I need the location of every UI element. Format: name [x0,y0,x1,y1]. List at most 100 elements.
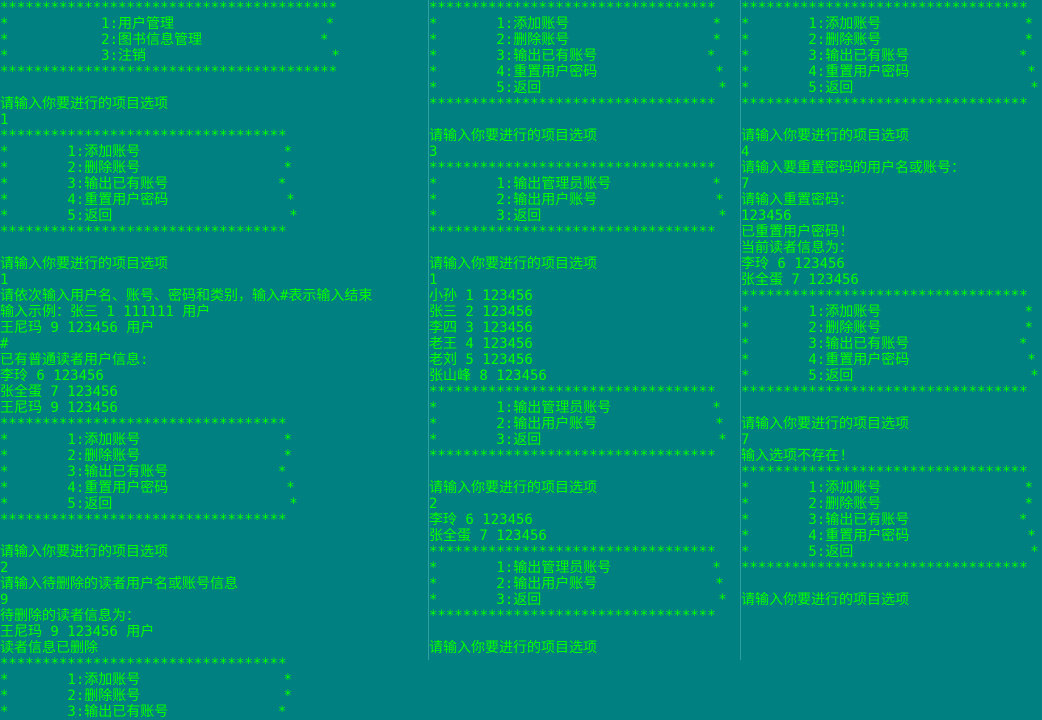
console-line: 张全蛋 7 123456 [429,528,547,544]
console-line: 王尼玛 9 123456 用户 [0,624,155,640]
console-line: 小孙 1 123456 [429,288,533,304]
console-line: * 4:重置用户密码 * [0,480,295,496]
console-pane-right: ********************************** * 1:添加… [741,0,1042,660]
console-line: 张山峰 8 123456 [429,368,547,384]
console-line: 3 [429,144,438,160]
console-line: * 1:添加账号 * [741,16,1034,32]
console-line: ********************************** [741,288,1028,304]
console-line: ********************************** [429,448,716,464]
console-line: * 5:返回 * [741,368,1039,384]
console-line: 2 [429,496,438,512]
console-line: ********************************** [741,96,1028,112]
console-line: * 5:返回 * [0,496,298,512]
console-line: * 2:删除账号 * [741,320,1034,336]
console-line: 张全蛋 7 123456 [0,384,118,400]
console-line: 张三 2 123456 [429,304,533,320]
console-line: 4 [741,144,750,160]
console-line: * 2:删除账号 * [429,32,722,48]
console-line: 读者信息已删除 [0,640,98,656]
console-line: 王尼玛 9 123456 [0,400,118,416]
console-line: ********************************** [429,0,716,16]
console-line: ********************************** [0,512,287,528]
console-line: * 4:重置用户密码 * [741,352,1036,368]
console-line: * 4:重置用户密码 * [741,528,1036,544]
console-line: ********************************** [741,464,1028,480]
console-line: 1 [0,112,9,128]
console-line: * 3:输出已有账号 * [741,512,1028,528]
console-line: 123456 [741,208,792,224]
console-line: ********************************** [429,384,716,400]
console-line: * 2:输出用户账号 * [429,576,724,592]
console-line: * 3:输出已有账号 * [0,176,287,192]
console-line: * 3:返回 * [429,432,727,448]
console-line: 待删除的读者信息为： [0,608,140,624]
console-line: 老王 4 123456 [429,336,533,352]
console-line: * 1:用户管理 * [0,16,335,32]
console-line: * 3:输出已有账号 * [429,48,716,64]
console-line: 李四 3 123456 [429,320,533,336]
console-line: ********************************** [0,128,287,144]
console-line: * 3:输出已有账号 * [741,48,1028,64]
console-line: 请输入你要进行的项目选项 [429,256,597,272]
console-line: * 4:重置用户密码 * [429,64,724,80]
console-line: * 3:输出已有账号 * [741,336,1028,352]
console-line: * 3:返回 * [429,592,727,608]
console-line: * 1:添加账号 * [741,480,1034,496]
console-line: 当前读者信息为： [741,240,853,256]
console-line: * 3:注销 * [0,48,340,64]
console-line: ********************************** [429,608,716,624]
console-line: 输入示例：张三 1 111111 用户 [0,304,211,320]
console-line: * 5:返回 * [0,208,298,224]
console-line: ********************************** [741,384,1028,400]
console-line: ********************************** [741,560,1028,576]
console-line: 请输入待删除的读者用户名或账号信息 [0,576,238,592]
console-line: * 2:输出用户账号 * [429,192,724,208]
console-line: 已重置用户密码! [741,224,848,240]
console-line: 请输入你要进行的项目选项 [429,128,597,144]
console-line: **************************************** [0,0,338,16]
console-line: 老刘 5 123456 [429,352,533,368]
console-line: 王尼玛 9 123456 用户 [0,320,155,336]
console-pane-middle: ********************************** * 1:添加… [429,0,740,660]
console-pane-left: ****************************************… [0,0,428,720]
console-line: * 1:添加账号 * [0,432,293,448]
console-line: * 4:重置用户密码 * [0,192,295,208]
console-line: * 2:删除账号 * [0,448,293,464]
console-line: # [0,336,9,352]
console-line: 已有普通读者用户信息: [0,352,149,368]
console-output: ****************************************… [0,0,428,720]
console-line: * 2:图书信息管理 * [0,32,329,48]
console-line: ********************************** [429,224,716,240]
console-line: * 3:输出已有账号 * [0,704,287,720]
console-line: 请输入你要进行的项目选项 [0,96,168,112]
console-line: * 5:返回 * [429,80,727,96]
console-line: * 3:输出已有账号 * [0,464,287,480]
console-line: 李玲 6 123456 [741,256,845,272]
console-line: * 5:返回 * [741,544,1039,560]
console-line: * 2:删除账号 * [0,688,293,704]
console-line: 请输入你要进行的项目选项 [741,128,909,144]
console-line: 1 [429,272,438,288]
console-line: 输入选项不存在! [741,448,848,464]
console-line: 请输入你要进行的项目选项 [741,592,909,608]
console-line: 请输入你要进行的项目选项 [429,640,597,656]
console-line: * 5:返回 * [741,80,1039,96]
console-line: 7 [741,176,750,192]
console-line: 请输入你要进行的项目选项 [429,480,597,496]
console-line: ********************************** [0,656,287,672]
console-line: * 2:删除账号 * [741,32,1034,48]
console-output: ********************************** * 1:添加… [741,0,1042,608]
console-line: 请输入你要进行的项目选项 [0,256,168,272]
console-line: 请输入重置密码： [741,192,853,208]
console-line: **************************************** [0,64,338,80]
console-line: 请输入你要进行的项目选项 [741,416,909,432]
